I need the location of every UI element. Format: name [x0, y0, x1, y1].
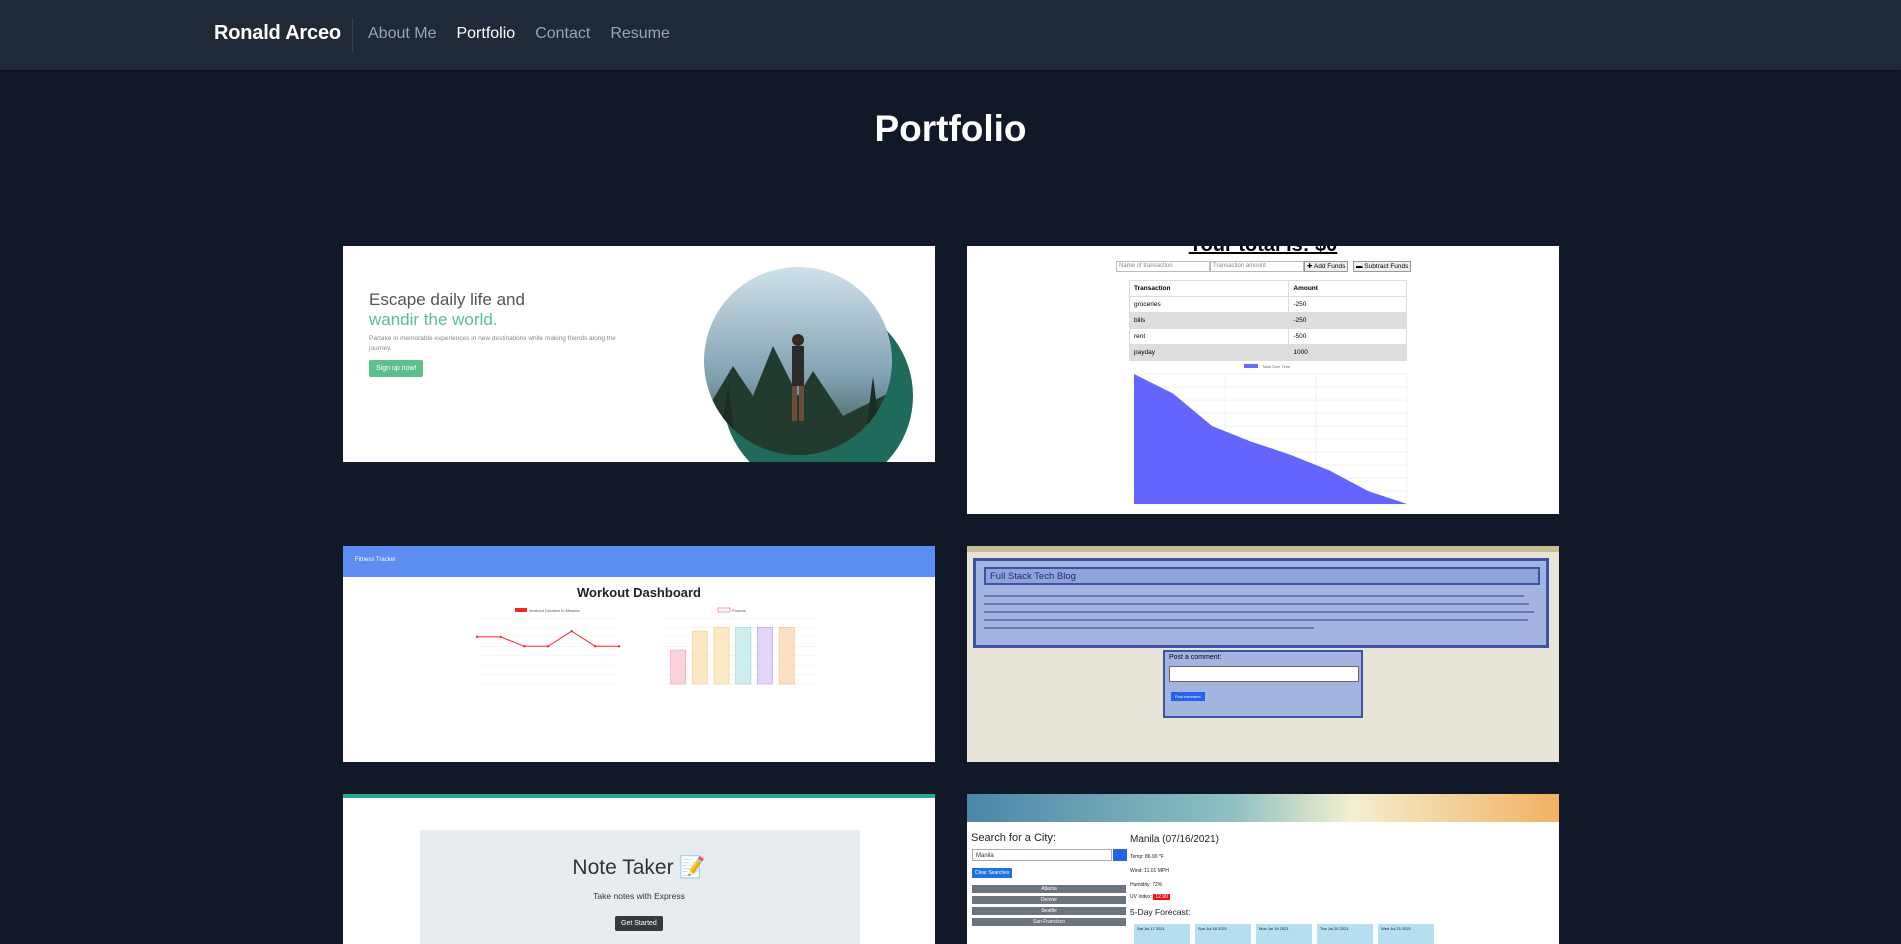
weather-temp: Temp: 86.90 °F — [1130, 854, 1164, 860]
fitness-bar-chart: Pounds — [664, 607, 816, 685]
weather-search-input: Manila — [972, 849, 1112, 861]
navbar: Ronald Arceo About Me Portfolio Contact … — [0, 0, 1901, 70]
weather-uv: UV Index: 12.90 — [1130, 894, 1170, 900]
nav-link-contact[interactable]: Contact — [535, 25, 590, 43]
fitness-line-point — [546, 645, 550, 648]
row-amount: -250 — [1288, 312, 1407, 329]
budget-heading: Your total is: $0 — [967, 246, 1559, 257]
city-button: Seattle — [972, 907, 1126, 915]
project-card-fitness[interactable]: Fitness Tracker Workout Dashboard Workou… — [343, 546, 935, 762]
table-row: payday 1000 — [1128, 344, 1407, 361]
blog-top-stripe — [967, 546, 1559, 552]
fitness-line-point — [475, 635, 479, 639]
blog-post-panel: Full Stack Tech Blog — [973, 558, 1549, 648]
budget-table-header: Amount — [1288, 280, 1407, 297]
uv-badge: 12.90 — [1153, 894, 1170, 900]
budget-subtract-button: ▬ Subtract Funds — [1353, 261, 1412, 272]
weather-humidity: Humidity: 72% — [1130, 882, 1163, 888]
row-amount: 1000 — [1288, 344, 1407, 361]
weather-search-label: Search for a City: — [971, 832, 1056, 844]
fitness-line-point — [499, 635, 502, 639]
project-card-weather[interactable]: Search for a City: Manila Clear Searches… — [967, 794, 1559, 944]
nav-divider — [352, 18, 353, 52]
fitness-line-legend-swatch — [515, 608, 527, 612]
weather-city-name: Manila (07/16/2021) — [1130, 834, 1219, 845]
fitness-line-point — [523, 645, 526, 648]
blog-title: Full Stack Tech Blog — [990, 571, 1076, 582]
budget-name-input: Name of transaction — [1116, 261, 1210, 272]
table-row: rent -500 — [1128, 328, 1407, 345]
notes-get-started-button: Get Started — [615, 916, 663, 931]
table-row: bills -250 — [1128, 312, 1407, 329]
project-card-blog[interactable]: Full Stack Tech Blog Post a comment: Pos… — [967, 546, 1559, 762]
notes-title: Note Taker 📝 — [572, 856, 706, 879]
comment-input — [1169, 666, 1359, 682]
nav-link-resume[interactable]: Resume — [610, 25, 670, 43]
budget-table-header: Transaction — [1128, 280, 1290, 297]
forecast-card: Tue Jul 20 2021 — [1317, 924, 1373, 944]
fitness-dashboard-title: Workout Dashboard — [577, 585, 701, 600]
forecast-card: Mon Jul 19 2021 — [1256, 924, 1312, 944]
search-icon — [1113, 849, 1127, 861]
row-name: bills — [1128, 312, 1290, 329]
fitness-bar — [778, 627, 795, 685]
row-name: payday — [1128, 344, 1290, 361]
post-comment-button: Post comment — [1171, 692, 1205, 701]
fitness-bar-legend-swatch — [717, 607, 731, 613]
fitness-line-point — [617, 645, 621, 648]
budget-table: Transaction Amount groceries -250 bills -25… — [1128, 280, 1407, 361]
page-title: Portfolio — [874, 108, 1027, 149]
notes-subtitle: Take notes with Express — [593, 891, 685, 901]
notes-top-border — [343, 794, 935, 798]
comment-box: Post a comment: Post comment — [1163, 650, 1363, 718]
uv-label: UV Index: — [1130, 894, 1152, 900]
fitness-bar — [691, 630, 708, 685]
fitness-bar — [757, 627, 773, 685]
budget-add-button: ✚ Add Funds — [1304, 261, 1349, 272]
row-amount: -500 — [1288, 328, 1407, 345]
row-name: rent — [1128, 328, 1290, 345]
forecast-card: Wed Jul 21 2021 — [1378, 924, 1434, 944]
forecast-card: Sat Jul 17 2021 — [1134, 924, 1190, 944]
row-amount: -250 — [1288, 296, 1407, 313]
city-button: San Francisco — [972, 918, 1126, 926]
fitness-line-chart: Workout Duration In Minutes — [475, 608, 621, 685]
blog-body-text-lines — [984, 595, 1534, 629]
city-button: Denver — [972, 896, 1126, 904]
forecast-label: 5-Day Forecast: — [1130, 907, 1191, 917]
project-card-notes[interactable]: Note Taker 📝 Take notes with Express Get… — [343, 794, 935, 944]
row-name: groceries — [1128, 296, 1290, 313]
project-card-travel[interactable]: Escape daily life and wandir the world. … — [343, 246, 935, 462]
budget-amount-input: Transaction amount — [1210, 261, 1304, 272]
travel-hero-illustration — [704, 267, 913, 462]
weather-banner — [967, 794, 1559, 822]
budget-legend-swatch — [1244, 364, 1258, 368]
fitness-line-series — [477, 630, 619, 647]
nav-links: About Me Portfolio Contact Resume — [368, 25, 670, 43]
table-row: groceries -250 — [1128, 296, 1407, 313]
fitness-bar — [735, 627, 752, 685]
fitness-topbar-label: Fitness Tracker — [355, 557, 397, 563]
budget-legend-label: Total Over Time — [1262, 364, 1291, 369]
budget-area-chart: Total Over Time — [1133, 364, 1408, 505]
brand-name[interactable]: Ronald Arceo — [214, 22, 341, 45]
fitness-bar-legend: Pounds — [732, 608, 746, 613]
fitness-line-point — [594, 645, 597, 648]
weather-wind: Wind: 11.01 MPH — [1130, 868, 1169, 874]
project-card-budget[interactable]: Your total is: $0 Name of transaction Tr… — [967, 246, 1559, 514]
fitness-line-legend: Workout Duration In Minutes — [529, 608, 580, 613]
fitness-bar — [713, 627, 730, 685]
nav-link-portfolio[interactable]: Portfolio — [456, 25, 515, 43]
forecast-card: Sun Jul 18 2021 — [1195, 924, 1251, 944]
clear-searches-button: Clear Searches — [972, 868, 1013, 878]
comment-label: Post a comment: — [1169, 654, 1222, 661]
fitness-topbar — [343, 546, 935, 577]
nav-link-about[interactable]: About Me — [368, 25, 436, 43]
city-button: Atlanta — [972, 885, 1126, 893]
fitness-bar — [670, 649, 687, 685]
fitness-line-point — [570, 630, 573, 633]
blog-header: Full Stack Tech Blog — [984, 567, 1540, 585]
